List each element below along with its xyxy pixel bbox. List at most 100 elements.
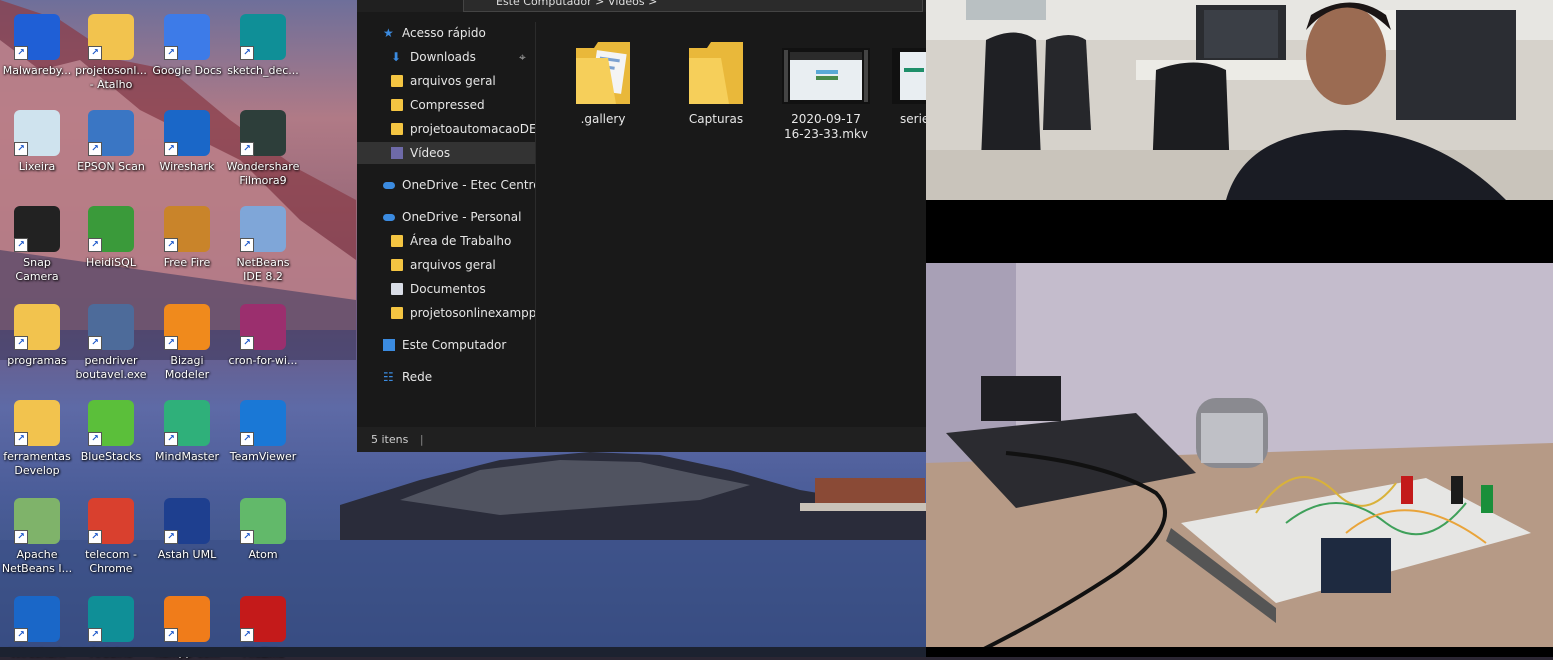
office-scene-image <box>926 0 1553 200</box>
shortcut-arrow-icon: ↗ <box>240 46 254 60</box>
desktop-icon[interactable]: ↗ telecom - Chrome <box>74 498 148 576</box>
folder-icon <box>391 99 403 111</box>
bizagi-icon: ↗ <box>164 304 210 350</box>
desktop-icon[interactable]: ↗ Lixeira <box>0 110 74 174</box>
video-item-serie[interactable]: serie <box>888 38 928 127</box>
nav-item[interactable]: Vídeos <box>357 142 535 164</box>
desktop-icon[interactable]: ↗ Snap Camera <box>0 206 74 284</box>
shortcut-arrow-icon: ↗ <box>164 238 178 252</box>
desktop-icon-label: ferramentas Develop <box>3 450 71 477</box>
desktop-icon-label: NetBeans IDE 8.2 <box>236 256 290 283</box>
desktop-icon-label: programas <box>7 354 67 367</box>
desktop-icon-label: Malwareby... <box>2 64 72 77</box>
folder-icon <box>391 307 403 319</box>
desktop-icon[interactable]: ↗ MindMaster <box>150 400 224 464</box>
desktop-icon[interactable]: ↗ Apache NetBeans I... <box>0 498 74 576</box>
address-field[interactable]: Este Computador > Vídeos > <box>463 0 923 12</box>
nav-item[interactable]: Documentos <box>357 278 535 300</box>
xampp-icon: ↗ <box>164 596 210 642</box>
desktop-icon[interactable]: ↗ Astah UML <box>150 498 224 562</box>
shortcut-arrow-icon: ↗ <box>14 46 28 60</box>
desktop-icon[interactable]: ↗ Wondershare Filmora9 <box>226 110 300 188</box>
desktop-icon-label: pendriver boutavel.exe <box>75 354 147 381</box>
desktop-icon[interactable]: ↗ projetosonl... - Atalho <box>74 14 148 92</box>
chrome-icon: ↗ <box>88 498 134 544</box>
file-explorer-window[interactable]: Este Computador > Vídeos > ★ Acesso rápid… <box>357 0 928 452</box>
nav-item[interactable]: projetoautomacaoDEM <box>357 118 535 140</box>
nav-item-label: Downloads <box>410 50 476 64</box>
desktop-icon[interactable]: ↗ Free Fire <box>150 206 224 270</box>
folder-icon <box>391 123 403 135</box>
apache-netbeans-icon: ↗ <box>14 498 60 544</box>
desktop-icon[interactable]: ↗ Bizagi Modeler <box>150 304 224 382</box>
nav-item[interactable]: Compressed <box>357 94 535 116</box>
computer-icon <box>383 339 395 351</box>
shortcut-arrow-icon: ↗ <box>14 628 28 642</box>
desktop-icon-label: cron-for-wi... <box>228 354 298 367</box>
wireshark-icon: ↗ <box>164 110 210 156</box>
recycle-bin-icon: ↗ <box>14 110 60 156</box>
nav-item[interactable]: ★ Acesso rápido <box>357 22 535 44</box>
desktop-icon[interactable]: ↗ ferramentas Develop <box>0 400 74 478</box>
desktop-icon[interactable]: ↗ NetBeans IDE 8.2 <box>226 206 300 284</box>
folder-icon <box>391 259 403 271</box>
folder-icon: ↗ <box>14 304 60 350</box>
astah-icon: ↗ <box>164 498 210 544</box>
taskbar[interactable] <box>0 647 926 657</box>
nav-item-label: OneDrive - Personal <box>402 210 522 224</box>
pc-installer-icon: ↗ <box>88 304 134 350</box>
shortcut-arrow-icon: ↗ <box>240 238 254 252</box>
nav-item[interactable]: OneDrive - Personal <box>357 206 535 228</box>
shortcut-arrow-icon: ↗ <box>14 530 28 544</box>
desktop-icon[interactable]: ↗ programas <box>0 304 74 368</box>
desktop-icon[interactable]: ↗ BlueStacks <box>74 400 148 464</box>
desktop-icon[interactable]: ↗ Google Docs <box>150 14 224 78</box>
desktop-icon[interactable]: ↗ EPSON Scan <box>74 110 148 174</box>
nav-item[interactable]: Este Computador <box>357 334 535 356</box>
video-item-mkv[interactable]: 2020-09-17 16-23-33.mkv <box>776 38 876 142</box>
desktop-icon[interactable]: ↗ pendriver boutavel.exe <box>74 304 148 382</box>
nav-item-label: Este Computador <box>402 338 507 352</box>
star-icon: ★ <box>383 26 394 40</box>
desktop-icon[interactable]: ↗ Malwareby... <box>0 14 74 78</box>
status-bar: 5 itens | <box>357 427 926 452</box>
nav-item-label: OneDrive - Etec Centro P <box>402 178 535 192</box>
address-bar[interactable]: Este Computador > Vídeos > <box>357 0 926 12</box>
arduino-sketch-icon: ↗ <box>240 14 286 60</box>
desktop-icon[interactable]: ↗ HeidiSQL <box>74 206 148 270</box>
wireshark-icon: ↗ <box>14 596 60 642</box>
folder-item-capturas[interactable]: Capturas <box>666 38 766 127</box>
shortcut-arrow-icon: ↗ <box>88 336 102 350</box>
nav-item[interactable]: projetosonlinexampp <box>357 302 535 324</box>
file-name: serie <box>900 112 928 126</box>
nav-item-label: Compressed <box>410 98 485 112</box>
nav-item[interactable]: OneDrive - Etec Centro P <box>357 174 535 196</box>
desktop-icon[interactable]: ↗ Atom <box>226 498 300 562</box>
nav-item[interactable]: Área de Trabalho <box>357 230 535 252</box>
scanner-icon: ↗ <box>88 110 134 156</box>
shortcut-arrow-icon: ↗ <box>88 46 102 60</box>
desktop-icon[interactable]: ↗ Wireshark <box>150 110 224 174</box>
desktop-icon[interactable]: ↗ TeamViewer <box>226 400 300 464</box>
folder-item-gallery[interactable]: .gallery <box>553 38 653 127</box>
desktop-icon-label: Wireshark <box>159 160 215 173</box>
shortcut-arrow-icon: ↗ <box>164 142 178 156</box>
file-name: Capturas <box>688 112 744 126</box>
nav-item[interactable]: ☷ Rede <box>357 366 535 388</box>
desktop-icon[interactable]: ↗ sketch_dec... <box>226 14 300 78</box>
nav-item[interactable]: arquivos geral <box>357 254 535 276</box>
video-thumbnail-icon <box>782 48 870 104</box>
download-arrow-icon: ⬇ <box>391 50 402 64</box>
bluestacks-icon: ↗ <box>88 400 134 446</box>
nav-item-label: projetoautomacaoDEM <box>410 122 535 136</box>
nav-item[interactable]: ⬇ Downloads ⌖ <box>357 46 535 68</box>
desktop-icon-label: EPSON Scan <box>77 160 145 173</box>
desktop-icon[interactable]: ↗ cron-for-wi... <box>226 304 300 368</box>
nav-item[interactable]: arquivos geral <box>357 70 535 92</box>
google-docs-icon: ↗ <box>164 14 210 60</box>
folder-icon <box>576 42 630 104</box>
desktop-icon-label: Atom <box>248 548 278 561</box>
filezilla-icon: ↗ <box>240 596 286 642</box>
pin-icon[interactable]: ⌖ <box>519 46 526 68</box>
desktop-icon-label: Wondershare Filmora9 <box>226 160 300 187</box>
